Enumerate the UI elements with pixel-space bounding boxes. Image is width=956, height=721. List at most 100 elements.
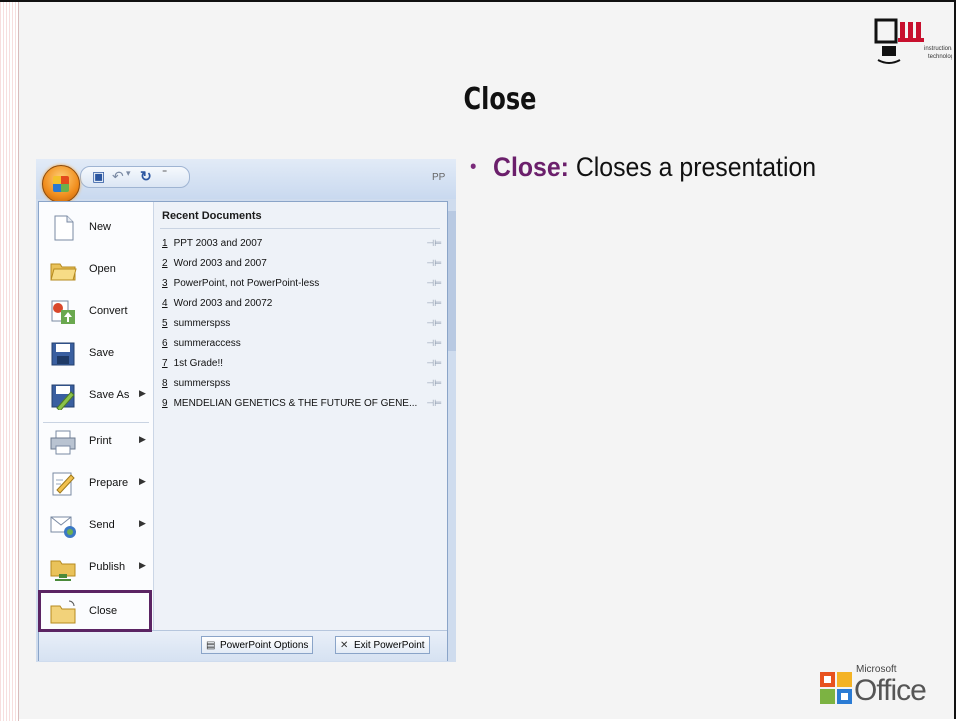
menu-item-label: Convert (89, 305, 128, 317)
convert-icon (51, 300, 75, 324)
menu-item-label: Print (89, 435, 112, 447)
menu-commands: New Open Convert Save Save As ▶ Print ▶ … (39, 202, 154, 630)
recent-name: Word 2003 and 2007 (173, 258, 267, 269)
menu-item-label: Open (89, 263, 116, 275)
menu-item-print[interactable]: Print ▶ (39, 422, 153, 462)
submenu-arrow-icon: ▶ (139, 560, 146, 570)
office-logo-icon (820, 672, 852, 704)
submenu-arrow-icon: ▶ (139, 388, 146, 398)
recent-header-rule (160, 228, 440, 229)
recent-document-item[interactable]: 3 PowerPoint, not PowerPoint-less ⊣⊨ (162, 278, 442, 294)
menu-item-save[interactable]: Save (39, 334, 153, 374)
options-icon: ▤ (206, 640, 216, 651)
pin-icon[interactable]: ⊣⊨ (426, 378, 442, 389)
pin-icon[interactable]: ⊣⊨ (426, 298, 442, 309)
recent-name: PPT 2003 and 2007 (173, 238, 263, 249)
recent-name: Word 2003 and 20072 (173, 298, 273, 309)
menu-item-label: Prepare (89, 477, 129, 489)
submenu-arrow-icon: ▶ (139, 518, 146, 528)
undo-icon[interactable]: ↶ (112, 168, 124, 185)
send-icon (50, 516, 76, 538)
recent-document-item[interactable]: 4 Word 2003 and 20072 ⊣⊨ (162, 298, 442, 314)
recent-number: 3 (162, 278, 168, 289)
recent-name: 1st Grade!! (173, 358, 224, 369)
save-as-icon (51, 384, 75, 410)
pin-icon[interactable]: ⊣⊨ (426, 338, 442, 349)
redo-icon[interactable]: ↻ (140, 168, 152, 185)
recent-documents-panel: Recent Documents 1 PPT 2003 and 2007 ⊣⊨ 2W… (154, 202, 447, 630)
recent-name: summerspss (173, 378, 231, 389)
recent-number: 4 (162, 298, 168, 309)
recent-number: 5 (162, 318, 168, 329)
menu-item-prepare[interactable]: Prepare ▶ (39, 464, 153, 504)
pin-icon[interactable]: ⊣⊨ (426, 258, 442, 269)
recent-number: 1 (162, 238, 168, 249)
pin-icon[interactable]: ⊣⊨ (426, 278, 442, 289)
submenu-arrow-icon: ▶ (139, 476, 146, 486)
recent-document-item[interactable]: 6 summeraccess ⊣⊨ (162, 338, 442, 354)
pin-icon[interactable]: ⊣⊨ (426, 358, 442, 369)
slide-title: Close (463, 82, 537, 117)
bullet-text: Closes a presentation (568, 152, 817, 182)
customize-qat-icon[interactable]: ⁼ (162, 168, 167, 179)
menu-item-label: Save As (89, 389, 130, 401)
recent-name: summerspss (173, 318, 231, 329)
decorative-left-band (0, 2, 19, 721)
recent-document-item[interactable]: 1 PPT 2003 and 2007 ⊣⊨ (162, 238, 442, 254)
new-document-icon (54, 215, 74, 241)
options-label: PowerPoint Options (220, 640, 309, 651)
app-title: PP (432, 172, 446, 183)
svg-text:technology: technology (928, 54, 952, 60)
svg-text:instructional: instructional (924, 46, 952, 52)
open-folder-icon (50, 263, 77, 281)
bullet-close: • Close: Closes a presentation (470, 152, 816, 183)
exit-powerpoint-button[interactable]: ✕ Exit PowerPoint (335, 636, 430, 654)
recent-name: MENDELIAN GENETICS & THE FUTURE OF GENE.… (173, 398, 418, 409)
exit-icon: ✕ (340, 640, 349, 651)
undo-dropdown-icon[interactable]: ▾ (126, 168, 131, 179)
publish-icon (50, 560, 76, 581)
menu-item-send[interactable]: Send ▶ (39, 506, 153, 546)
printer-icon (50, 430, 76, 455)
recent-document-item[interactable]: 2 Word 2003 and 2007 ⊣⊨ (162, 258, 442, 274)
recent-document-item[interactable]: 7 1st Grade!! ⊣⊨ (162, 358, 442, 374)
bullet-keyword: Close: (493, 152, 569, 182)
pin-icon[interactable]: ⊣⊨ (426, 398, 442, 409)
recent-number: 8 (162, 378, 168, 389)
recent-name: summeraccess (173, 338, 241, 349)
menu-item-convert[interactable]: Convert (39, 292, 153, 332)
recent-document-item[interactable]: 8 summerspss ⊣⊨ (162, 378, 442, 394)
iu-logo: instructional technology (874, 18, 952, 64)
microsoft-office-logo: Microsoft Office (820, 660, 954, 710)
ms-logo-big-text: Office (854, 674, 927, 707)
pin-icon[interactable]: ⊣⊨ (426, 318, 442, 329)
recent-document-item[interactable]: 9 MENDELIAN GENETICS & THE FUTURE OF GENE… (162, 398, 442, 414)
menu-item-new[interactable]: New (39, 208, 153, 248)
office-button[interactable] (42, 165, 80, 203)
exit-label: Exit PowerPoint (354, 640, 425, 651)
menu-item-save-as[interactable]: Save As ▶ (39, 376, 153, 416)
ribbon-edge (448, 211, 456, 351)
save-disk-icon (51, 342, 75, 366)
menu-footer: ▤ PowerPoint Options ✕ Exit PowerPoint (39, 630, 447, 661)
slide: instructional technology Close • Close: C… (0, 0, 956, 721)
recent-number: 6 (162, 338, 168, 349)
pin-icon[interactable]: ⊣⊨ (426, 238, 442, 249)
save-icon[interactable]: ▣ (92, 168, 105, 185)
submenu-arrow-icon: ▶ (139, 434, 146, 444)
recent-name: PowerPoint, not PowerPoint-less (173, 278, 320, 289)
powerpoint-options-button[interactable]: ▤ PowerPoint Options (201, 636, 314, 654)
menu-item-open[interactable]: Open (39, 250, 153, 290)
recent-documents-header: Recent Documents (162, 210, 262, 222)
recent-number: 9 (162, 398, 168, 409)
prepare-icon (52, 472, 75, 496)
bullet-dot-icon: • (470, 156, 477, 178)
menu-item-label: Save (89, 347, 115, 359)
quick-access-toolbar: ▣ ↶ ▾ ↻ ⁼ PP (36, 159, 456, 199)
menu-item-label: Publish (89, 561, 126, 573)
menu-item-label: New (89, 221, 112, 233)
recent-document-item[interactable]: 5 summerspss ⊣⊨ (162, 318, 442, 334)
recent-number: 7 (162, 358, 168, 369)
menu-item-publish[interactable]: Publish ▶ (39, 548, 153, 588)
recent-number: 2 (162, 258, 168, 269)
